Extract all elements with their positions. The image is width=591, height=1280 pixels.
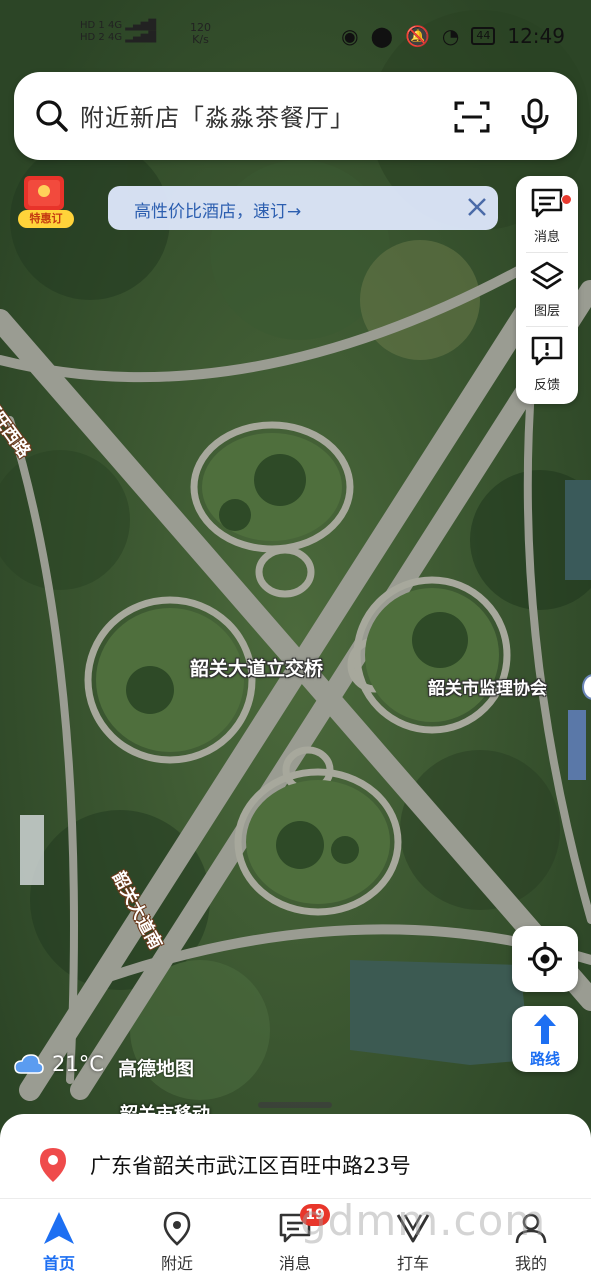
sheet-handle[interactable] — [258, 1102, 332, 1108]
hotel-banner[interactable]: 高性价比酒店，速订→ — [108, 186, 498, 230]
network-speed: 120 K/s — [190, 21, 211, 46]
route-button[interactable]: 路线 — [512, 1006, 578, 1072]
microphone-icon[interactable] — [520, 98, 550, 136]
scan-icon[interactable] — [454, 100, 490, 134]
search-icon — [36, 100, 68, 132]
network-type-1: 4G — [107, 20, 123, 31]
location-pin-icon — [163, 1211, 191, 1246]
location-pin-icon — [40, 1148, 66, 1182]
weather-widget[interactable]: 21°C — [14, 1052, 104, 1076]
route-label: 路线 — [529, 1050, 560, 1068]
route-arrow-icon — [534, 1014, 556, 1044]
sim2-label: HD 2 — [80, 32, 105, 43]
map-label-interchange[interactable]: 韶关大道立交桥 — [190, 654, 323, 681]
promo-tag: 特惠订 — [18, 210, 74, 228]
network-indicator: HD 1 4G ▂▄▆█ HD 2 4G ▂▄▆█ — [80, 20, 156, 44]
map-label-association[interactable]: 韶关市监理协会 — [428, 674, 547, 699]
side-panel: 消息 图层 反馈 — [516, 176, 578, 404]
watermark: gdmm.com — [300, 1196, 547, 1245]
current-address[interactable]: 广东省韶关市武江区百旺中路23号 — [90, 1150, 411, 1180]
battery-icon: 44 — [471, 27, 496, 45]
signal-icon: ▂▄▆█ — [125, 20, 157, 31]
tab-nearby[interactable]: 附近 — [118, 1206, 236, 1274]
tab-home[interactable]: 首页 — [0, 1206, 118, 1274]
promo-red-packet[interactable]: 特惠订 — [14, 174, 76, 230]
feedback-icon — [531, 336, 563, 366]
search-input[interactable]: 附近新店「淼淼茶餐厅」 — [80, 98, 355, 133]
sim1-label: HD 1 — [80, 20, 105, 31]
eye-icon: ◉ — [341, 24, 359, 48]
layers-icon — [530, 261, 564, 290]
temperature: 21°C — [52, 1052, 104, 1076]
red-packet-icon — [24, 176, 64, 210]
speedometer-icon: ◔ — [441, 24, 460, 48]
side-item-message[interactable]: 消息 — [516, 186, 578, 245]
close-icon[interactable] — [464, 194, 490, 220]
network-type-2: 4G — [107, 32, 123, 43]
message-dot — [561, 194, 572, 205]
side-item-feedback[interactable]: 反馈 — [516, 334, 578, 393]
message-icon — [531, 188, 563, 218]
clock: 12:49 — [507, 24, 565, 48]
cloud-icon — [14, 1054, 44, 1074]
location-icon: ⬤ — [370, 24, 393, 48]
banner-text: 高性价比酒店，速订→ — [134, 202, 302, 222]
status-bar: HD 1 4G ▂▄▆█ HD 2 4G ▂▄▆█ 120 K/s ◉ ⬤ 🔕 … — [0, 0, 591, 70]
locate-icon — [528, 942, 562, 976]
search-bar[interactable]: 附近新店「淼淼茶餐厅」 — [14, 72, 577, 160]
locate-button[interactable] — [512, 926, 578, 992]
mute-icon: 🔕 — [405, 24, 430, 48]
brand-logo: 高德地图 — [118, 1058, 195, 1080]
signal-icon: ▂▄▆█ — [125, 32, 157, 43]
navigate-icon — [44, 1212, 74, 1244]
side-item-layers[interactable]: 图层 — [516, 260, 578, 319]
